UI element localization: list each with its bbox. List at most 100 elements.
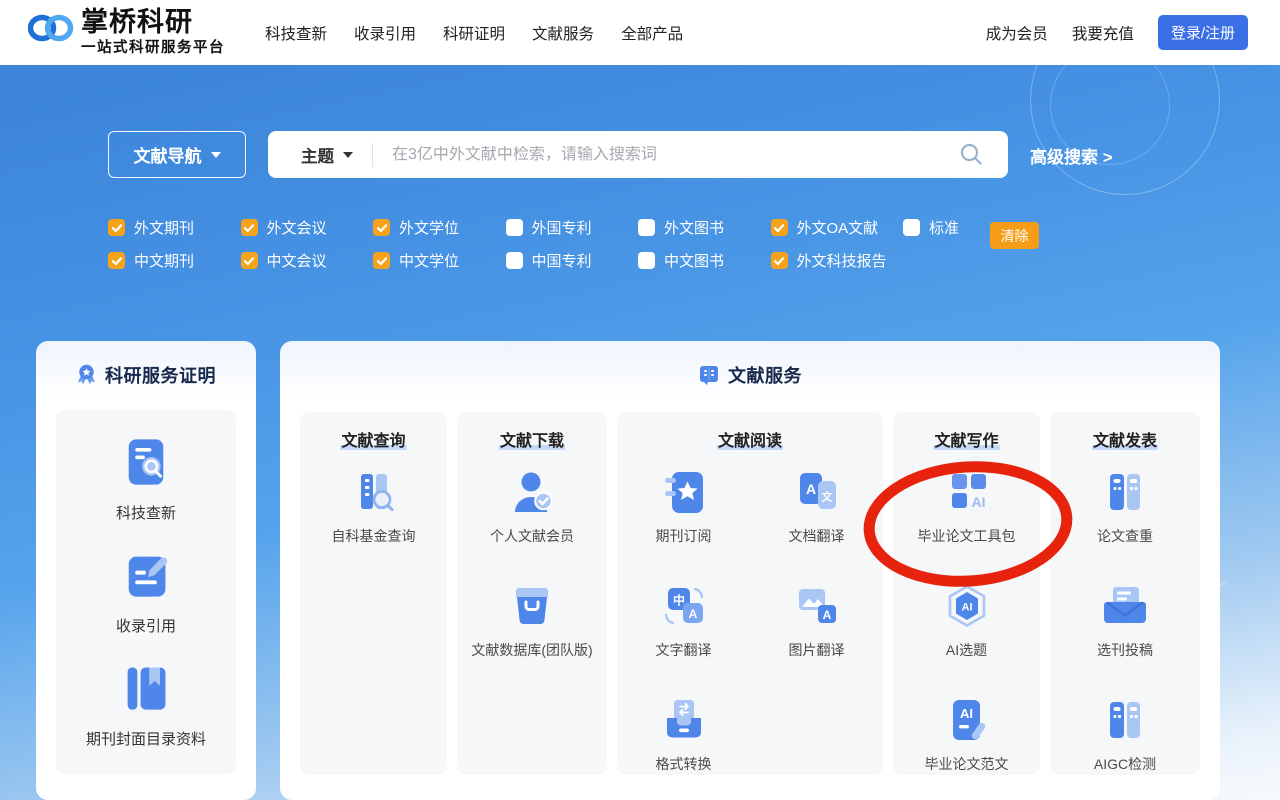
item-ai-topic[interactable]: AI AI选题 — [942, 581, 992, 660]
item-aigc-detect[interactable]: AIGC检测 — [1094, 695, 1156, 774]
svg-text:A: A — [822, 608, 831, 622]
filter-label: 中文图书 — [664, 250, 724, 271]
fund-search-icon — [349, 467, 399, 517]
aigc-detect-icon — [1100, 695, 1150, 745]
filter-chinese-conference[interactable]: 中文会议 — [241, 250, 374, 271]
item-thesis-sample[interactable]: AI 毕业论文范文 — [925, 695, 1009, 774]
filter-foreign-conference[interactable]: 外文会议 — [241, 217, 374, 238]
chevron-down-icon — [211, 152, 221, 158]
format-convert-icon — [659, 695, 709, 745]
item-plagiarism-check[interactable]: 论文查重 — [1097, 467, 1153, 546]
column-literature-reading: 文献阅读 期刊订阅 A 文 — [617, 412, 883, 775]
checkbox[interactable] — [241, 252, 258, 269]
login-register-button[interactable]: 登录/注册 — [1158, 15, 1248, 50]
logo-infinity-icon — [28, 13, 75, 53]
check-icon — [376, 255, 388, 267]
checkbox[interactable] — [771, 219, 788, 236]
checkbox[interactable] — [903, 219, 920, 236]
cert-item-tech-check[interactable]: 科技查新 — [116, 435, 176, 523]
column-header: 文献下载 — [457, 427, 607, 451]
checkbox[interactable] — [638, 219, 655, 236]
checkbox[interactable] — [771, 252, 788, 269]
search-input[interactable] — [392, 146, 959, 164]
filter-chinese-book[interactable]: 中文图书 — [638, 250, 771, 271]
book-bookmark-icon — [119, 661, 173, 715]
svg-text:A: A — [688, 607, 697, 621]
item-journal-subscribe[interactable]: 期刊订阅 — [656, 467, 712, 546]
nav-item-citation[interactable]: 收录引用 — [354, 22, 416, 44]
clear-filters-button[interactable]: 清除 — [990, 222, 1039, 249]
item-label: 格式转换 — [656, 754, 712, 774]
item-format-convert[interactable]: 格式转换 — [656, 695, 712, 774]
page: { "header": { "logo_title": "掌桥科研", "log… — [0, 0, 1280, 800]
search-bar: 主题 — [268, 131, 1008, 178]
nav-item-all-products[interactable]: 全部产品 — [621, 22, 683, 44]
document-edit-icon — [119, 548, 173, 602]
filter-foreign-patent[interactable]: 外国专利 — [506, 217, 639, 238]
filter-chinese-degree[interactable]: 中文学位 — [373, 250, 506, 271]
logo[interactable]: 掌桥科研 一站式科研服务平台 — [28, 8, 225, 57]
column-literature-download: 文献下载 个人文献会员 — [457, 412, 607, 775]
recharge-link[interactable]: 我要充值 — [1072, 22, 1134, 44]
check-icon — [376, 222, 388, 234]
item-label: 文献数据库(团队版) — [471, 640, 592, 660]
become-member-link[interactable]: 成为会员 — [986, 22, 1048, 44]
item-doc-translate[interactable]: A 文 文档翻译 — [789, 467, 845, 546]
filter-label: 标准 — [929, 217, 959, 238]
item-image-translate[interactable]: A 图片翻译 — [789, 581, 845, 660]
services-card-title: 文献服务 — [728, 362, 802, 388]
item-thesis-toolkit[interactable]: AI 毕业论文工具包 — [918, 467, 1016, 546]
filter-foreign-journal[interactable]: 外文期刊 — [108, 217, 241, 238]
search-field-dropdown[interactable]: 主题 — [268, 143, 353, 167]
check-icon — [243, 222, 255, 234]
filter-label: 中国专利 — [532, 250, 592, 271]
filter-chinese-patent[interactable]: 中国专利 — [506, 250, 639, 271]
item-label: 选刊投稿 — [1097, 640, 1153, 660]
checkbox[interactable] — [373, 219, 390, 236]
item-fund-search[interactable]: 自科基金查询 — [332, 467, 416, 546]
medal-icon — [76, 364, 97, 386]
nav-item-tech-check[interactable]: 科技查新 — [265, 22, 327, 44]
literature-nav-dropdown[interactable]: 文献导航 — [108, 131, 246, 178]
search-icon[interactable] — [959, 142, 984, 167]
item-journal-submit[interactable]: 选刊投稿 — [1097, 581, 1153, 660]
nav-item-doc-service[interactable]: 文献服务 — [532, 22, 594, 44]
filter-chinese-journal[interactable]: 中文期刊 — [108, 250, 241, 271]
filter-label: 外文会议 — [267, 217, 327, 238]
checkbox[interactable] — [108, 252, 125, 269]
item-label: AI选题 — [946, 640, 987, 660]
item-label: 期刊订阅 — [656, 526, 712, 546]
svg-text:A: A — [805, 481, 815, 497]
divider — [372, 143, 373, 167]
cert-item-citation[interactable]: 收录引用 — [116, 548, 176, 636]
cert-item-journal-cover[interactable]: 期刊封面目录资料 — [86, 661, 206, 749]
column-header: 文献写作 — [893, 427, 1040, 451]
check-icon — [243, 255, 255, 267]
envelope-submit-icon — [1100, 581, 1150, 631]
filter-label: 外国专利 — [532, 217, 592, 238]
cert-item-label: 期刊封面目录资料 — [86, 728, 206, 749]
filter-foreign-oa[interactable]: 外文OA文献 — [771, 217, 904, 238]
literature-nav-label: 文献导航 — [134, 142, 202, 167]
filter-label: 外文科技报告 — [797, 250, 887, 271]
item-personal-member[interactable]: 个人文献会员 — [490, 467, 574, 546]
checkbox[interactable] — [506, 219, 523, 236]
filter-foreign-degree[interactable]: 外文学位 — [373, 217, 506, 238]
checkbox[interactable] — [373, 252, 390, 269]
filter-label: 外文图书 — [664, 217, 724, 238]
checkbox[interactable] — [241, 219, 258, 236]
image-translate-icon: A — [792, 581, 842, 631]
item-label: 文字翻译 — [656, 640, 712, 660]
nav-item-certificate[interactable]: 科研证明 — [443, 22, 505, 44]
search-field-label: 主题 — [301, 143, 334, 167]
advanced-search-link[interactable]: 高级搜索 > — [1030, 143, 1113, 168]
item-text-translate[interactable]: 中 A 文字翻译 — [656, 581, 712, 660]
filter-foreign-tech-report[interactable]: 外文科技报告 — [771, 250, 904, 271]
checkbox[interactable] — [638, 252, 655, 269]
checkbox[interactable] — [108, 219, 125, 236]
filter-foreign-book[interactable]: 外文图书 — [638, 217, 771, 238]
filter-label: 中文期刊 — [134, 250, 194, 271]
column-literature-writing: 文献写作 AI 毕业论文工具包 AI — [893, 412, 1040, 775]
checkbox[interactable] — [506, 252, 523, 269]
item-team-database[interactable]: 文献数据库(团队版) — [471, 581, 592, 660]
